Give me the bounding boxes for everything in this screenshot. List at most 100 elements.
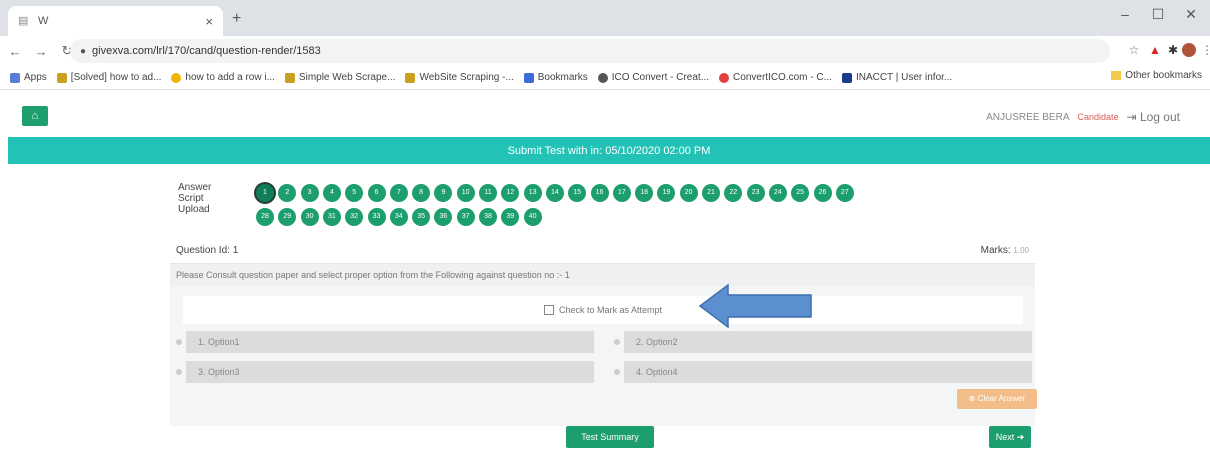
question-button-17[interactable]: 17 <box>612 184 631 202</box>
question-button-24[interactable]: 24 <box>768 184 787 202</box>
next-button[interactable]: Next ➔ <box>989 426 1031 448</box>
address-bar[interactable]: ● givexva.com/lrl/170/cand/question-rend… <box>70 39 1110 63</box>
tab-close-icon[interactable]: × <box>205 14 213 29</box>
question-button-35[interactable]: 35 <box>412 208 431 226</box>
question-button-36[interactable]: 36 <box>434 208 453 226</box>
question-button-14[interactable]: 14 <box>545 184 564 202</box>
question-button-16[interactable]: 16 <box>590 184 609 202</box>
question-button-33[interactable]: 33 <box>367 208 386 226</box>
close-window-button[interactable]: ✕ <box>1176 6 1206 23</box>
other-bookmarks[interactable]: Other bookmarks <box>1111 70 1202 81</box>
mark-attempt-checkbox[interactable] <box>543 305 554 315</box>
question-button-31[interactable]: 31 <box>322 208 341 226</box>
question-button-9[interactable]: 9 <box>434 184 453 202</box>
bookmark-item[interactable]: Simple Web Scrape... <box>284 72 395 83</box>
question-button-13[interactable]: 13 <box>523 184 542 202</box>
question-button-37[interactable]: 37 <box>456 208 475 226</box>
question-button-25[interactable]: 25 <box>791 184 810 202</box>
question-button-19[interactable]: 19 <box>657 184 676 202</box>
browser-tab[interactable]: ▤ W × <box>8 6 223 36</box>
lock-icon: ● <box>80 45 87 57</box>
bookmark-item[interactable]: how to add a row i... <box>171 72 275 83</box>
tab-title: W <box>38 15 49 27</box>
question-text: Please Consult question paper and select… <box>170 264 1035 286</box>
question-button-30[interactable]: 30 <box>300 208 319 226</box>
user-name: ANJUSREE BERA <box>986 111 1070 123</box>
url-text: givexva.com/lrl/170/cand/question-render… <box>92 45 321 57</box>
question-button-28[interactable]: 28 <box>256 208 274 226</box>
option-4[interactable]: 4. Option4 <box>624 361 1032 383</box>
option-3[interactable]: 3. Option3 <box>186 361 594 383</box>
bookmark-item[interactable]: ConvertICO.com - C... <box>719 72 832 83</box>
question-button-40[interactable]: 40 <box>523 208 542 226</box>
mark-attempt-row[interactable]: Check to Mark as Attempt <box>183 296 1023 324</box>
question-button-2[interactable]: 2 <box>278 184 297 202</box>
question-button-27[interactable]: 27 <box>835 184 854 202</box>
test-summary-button[interactable]: Test Summary <box>566 426 654 448</box>
logout-icon: ⇥ <box>1126 110 1137 124</box>
question-button-21[interactable]: 21 <box>702 184 720 202</box>
bookmark-item[interactable]: [Solved] how to ad... <box>56 72 161 83</box>
question-button-32[interactable]: 32 <box>345 208 364 226</box>
question-button-26[interactable]: 26 <box>813 184 832 202</box>
question-button-23[interactable]: 23 <box>746 184 765 202</box>
question-button-22[interactable]: 22 <box>724 184 743 202</box>
bookmark-favicon-icon <box>597 72 608 83</box>
question-button-4[interactable]: 4 <box>322 184 341 202</box>
question-button-1[interactable]: 1 <box>256 184 274 202</box>
question-button-5[interactable]: 5 <box>345 184 364 202</box>
page-favicon-icon: ▤ <box>18 15 29 27</box>
minimize-button[interactable]: – <box>1110 6 1140 22</box>
bookmark-item[interactable]: WebSite Scraping -... <box>405 72 514 83</box>
user-info: ANJUSREE BERA Candidate ⇥ Log out <box>986 110 1180 124</box>
profile-avatar[interactable] <box>1182 43 1196 57</box>
browser-nav-row: ← → ↻ ● givexva.com/lrl/170/cand/questio… <box>0 36 1210 66</box>
logout-link[interactable]: ⇥ Log out <box>1127 110 1180 124</box>
browser-menu-icon[interactable]: ⋮ <box>1198 41 1210 59</box>
question-button-6[interactable]: 6 <box>367 184 386 202</box>
forward-arrow-icon[interactable]: → <box>30 44 52 59</box>
logout-label: Log out <box>1139 110 1180 124</box>
option-3-radio[interactable] <box>176 369 182 375</box>
option-2-radio[interactable] <box>614 339 620 345</box>
question-button-39[interactable]: 39 <box>501 208 520 226</box>
question-button-34[interactable]: 34 <box>389 208 408 226</box>
option-1-radio[interactable] <box>176 339 182 345</box>
bookmark-item[interactable]: ICO Convert - Creat... <box>597 72 710 83</box>
extension-icon[interactable]: ▲ <box>1146 41 1164 59</box>
question-button-11[interactable]: 11 <box>479 184 497 202</box>
new-tab-button[interactable]: + <box>232 10 241 28</box>
marks-label: Marks: <box>980 245 1011 256</box>
question-button-7[interactable]: 7 <box>389 184 408 202</box>
question-button-12[interactable]: 12 <box>501 184 520 202</box>
user-role-badge: Candidate <box>1077 112 1119 122</box>
bookmark-favicon-icon <box>405 72 416 83</box>
question-button-29[interactable]: 29 <box>278 208 297 226</box>
banner-text: Submit Test with in: 05/10/2020 02:00 PM <box>507 144 711 157</box>
bookmark-label: ICO Convert - Creat... <box>611 72 710 83</box>
home-button[interactable]: ⌂ <box>22 106 48 126</box>
question-button-38[interactable]: 38 <box>479 208 497 226</box>
question-button-15[interactable]: 15 <box>568 184 587 202</box>
option-2[interactable]: 2. Option2 <box>624 331 1032 353</box>
question-button-8[interactable]: 8 <box>412 184 431 202</box>
back-arrow-icon[interactable]: ← <box>4 44 26 59</box>
marks-value: 1.00 <box>1013 246 1029 255</box>
question-button-3[interactable]: 3 <box>300 184 319 202</box>
option-1[interactable]: 1. Option1 <box>186 331 594 353</box>
question-button-10[interactable]: 10 <box>456 184 475 202</box>
option-4-radio[interactable] <box>614 369 620 375</box>
question-header: Question Id: 1 Marks: 1.00 <box>170 236 1035 264</box>
question-button-20[interactable]: 20 <box>679 184 698 202</box>
star-bookmark-icon[interactable]: ☆ <box>1125 41 1143 59</box>
clear-answer-button[interactable]: ⊗ Clear Answer <box>957 389 1037 409</box>
answer-script-upload-label: Answer Script Upload <box>178 182 212 215</box>
bookmark-item[interactable]: INACCT | User infor... <box>841 72 952 83</box>
bookmark-label: ConvertICO.com - C... <box>733 72 832 83</box>
bookmark-apps[interactable]: Apps <box>10 72 47 83</box>
maximize-button[interactable]: ☐ <box>1143 6 1173 23</box>
star-icon <box>523 72 534 83</box>
bookmark-item[interactable]: Bookmarks <box>523 72 588 83</box>
question-button-18[interactable]: 18 <box>635 184 654 202</box>
puzzle-extension-icon[interactable]: ✱ <box>1164 41 1182 59</box>
